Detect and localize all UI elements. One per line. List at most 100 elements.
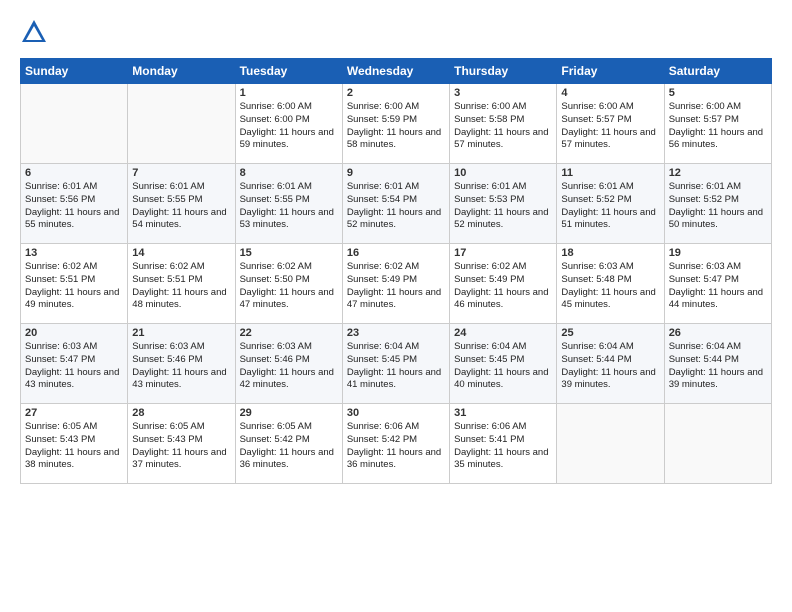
day-number: 25 [561,327,659,339]
cell-details: Sunrise: 6:03 AM Sunset: 5:46 PM Dayligh… [240,341,338,392]
cell-details: Sunrise: 6:02 AM Sunset: 5:49 PM Dayligh… [454,261,552,312]
cell-details: Sunrise: 6:01 AM Sunset: 5:52 PM Dayligh… [561,181,659,232]
cell-details: Sunrise: 6:03 AM Sunset: 5:47 PM Dayligh… [25,341,123,392]
cell-details: Sunrise: 6:01 AM Sunset: 5:55 PM Dayligh… [132,181,230,232]
cell-details: Sunrise: 6:02 AM Sunset: 5:50 PM Dayligh… [240,261,338,312]
day-number: 14 [132,247,230,259]
cell-details: Sunrise: 6:04 AM Sunset: 5:44 PM Dayligh… [561,341,659,392]
weekday-header-friday: Friday [557,59,664,84]
cell-details: Sunrise: 6:01 AM Sunset: 5:52 PM Dayligh… [669,181,767,232]
day-number: 12 [669,167,767,179]
cell-details: Sunrise: 6:06 AM Sunset: 5:41 PM Dayligh… [454,421,552,472]
day-number: 10 [454,167,552,179]
cell-details: Sunrise: 6:02 AM Sunset: 5:51 PM Dayligh… [132,261,230,312]
calendar-cell: 21 Sunrise: 6:03 AM Sunset: 5:46 PM Dayli… [128,324,235,404]
calendar-cell: 26 Sunrise: 6:04 AM Sunset: 5:44 PM Dayli… [664,324,771,404]
weekday-header-monday: Monday [128,59,235,84]
cell-details: Sunrise: 6:02 AM Sunset: 5:49 PM Dayligh… [347,261,445,312]
calendar-cell: 25 Sunrise: 6:04 AM Sunset: 5:44 PM Dayli… [557,324,664,404]
day-number: 29 [240,407,338,419]
calendar-cell: 11 Sunrise: 6:01 AM Sunset: 5:52 PM Dayli… [557,164,664,244]
cell-details: Sunrise: 6:04 AM Sunset: 5:45 PM Dayligh… [454,341,552,392]
calendar-cell: 22 Sunrise: 6:03 AM Sunset: 5:46 PM Dayli… [235,324,342,404]
calendar-table: SundayMondayTuesdayWednesdayThursdayFrid… [20,58,772,484]
day-number: 13 [25,247,123,259]
day-number: 22 [240,327,338,339]
calendar-cell: 3Sunrise: 6:00 AM Sunset: 5:58 PM Daylig… [450,84,557,164]
cell-details: Sunrise: 6:03 AM Sunset: 5:47 PM Dayligh… [669,261,767,312]
day-number: 19 [669,247,767,259]
cell-details: Sunrise: 6:00 AM Sunset: 5:59 PM Dayligh… [347,101,445,152]
calendar-cell [664,404,771,484]
cell-details: Sunrise: 6:01 AM Sunset: 5:53 PM Dayligh… [454,181,552,232]
logo [20,18,52,46]
week-row-4: 20 Sunrise: 6:03 AM Sunset: 5:47 PM Dayli… [21,324,772,404]
week-row-1: 1 Sunrise: 6:00 AM Sunset: 6:00 PM Daylig… [21,84,772,164]
calendar-cell: 2 Sunrise: 6:00 AM Sunset: 5:59 PM Daylig… [342,84,449,164]
day-number: 5 [669,87,767,99]
day-number: 2 [347,87,445,99]
calendar-cell: 31 Sunrise: 6:06 AM Sunset: 5:41 PM Dayli… [450,404,557,484]
day-number: 31 [454,407,552,419]
weekday-header-sunday: Sunday [21,59,128,84]
weekday-header-wednesday: Wednesday [342,59,449,84]
cell-details: Sunrise: 6:03 AM Sunset: 5:46 PM Dayligh… [132,341,230,392]
day-number: 15 [240,247,338,259]
cell-details: Sunrise: 6:06 AM Sunset: 5:42 PM Dayligh… [347,421,445,472]
cell-details: Sunrise: 6:03 AM Sunset: 5:48 PM Dayligh… [561,261,659,312]
day-number: 17 [454,247,552,259]
cell-details: Sunrise: 6:01 AM Sunset: 5:54 PM Dayligh… [347,181,445,232]
calendar-cell: 27 Sunrise: 6:05 AM Sunset: 5:43 PM Dayli… [21,404,128,484]
day-number: 3 [454,87,552,99]
calendar-cell: 15 Sunrise: 6:02 AM Sunset: 5:50 PM Dayli… [235,244,342,324]
day-number: 26 [669,327,767,339]
cell-details: Sunrise: 6:04 AM Sunset: 5:45 PM Dayligh… [347,341,445,392]
cell-details: Sunrise: 6:00 AM Sunset: 5:57 PM Dayligh… [669,101,767,152]
calendar-cell: 13 Sunrise: 6:02 AM Sunset: 5:51 PM Dayli… [21,244,128,324]
week-row-2: 6Sunrise: 6:01 AM Sunset: 5:56 PM Daylig… [21,164,772,244]
calendar-cell: 4Sunrise: 6:00 AM Sunset: 5:57 PM Daylig… [557,84,664,164]
logo-icon [20,18,48,46]
day-number: 21 [132,327,230,339]
calendar-cell: 6Sunrise: 6:01 AM Sunset: 5:56 PM Daylig… [21,164,128,244]
calendar-cell [557,404,664,484]
day-number: 6 [25,167,123,179]
calendar-cell: 8Sunrise: 6:01 AM Sunset: 5:55 PM Daylig… [235,164,342,244]
day-number: 28 [132,407,230,419]
day-number: 16 [347,247,445,259]
calendar-cell: 9 Sunrise: 6:01 AM Sunset: 5:54 PM Daylig… [342,164,449,244]
calendar-cell: 7 Sunrise: 6:01 AM Sunset: 5:55 PM Daylig… [128,164,235,244]
day-number: 9 [347,167,445,179]
day-number: 18 [561,247,659,259]
day-number: 1 [240,87,338,99]
cell-details: Sunrise: 6:00 AM Sunset: 6:00 PM Dayligh… [240,101,338,152]
cell-details: Sunrise: 6:05 AM Sunset: 5:43 PM Dayligh… [25,421,123,472]
week-row-5: 27 Sunrise: 6:05 AM Sunset: 5:43 PM Dayli… [21,404,772,484]
cell-details: Sunrise: 6:04 AM Sunset: 5:44 PM Dayligh… [669,341,767,392]
calendar-cell: 1 Sunrise: 6:00 AM Sunset: 6:00 PM Daylig… [235,84,342,164]
calendar-cell: 14 Sunrise: 6:02 AM Sunset: 5:51 PM Dayli… [128,244,235,324]
calendar-cell: 24Sunrise: 6:04 AM Sunset: 5:45 PM Dayli… [450,324,557,404]
weekday-header-tuesday: Tuesday [235,59,342,84]
calendar-cell: 5 Sunrise: 6:00 AM Sunset: 5:57 PM Daylig… [664,84,771,164]
calendar-cell: 10 Sunrise: 6:01 AM Sunset: 5:53 PM Dayli… [450,164,557,244]
day-number: 20 [25,327,123,339]
day-number: 27 [25,407,123,419]
cell-details: Sunrise: 6:00 AM Sunset: 5:57 PM Dayligh… [561,101,659,152]
day-number: 23 [347,327,445,339]
day-number: 11 [561,167,659,179]
cell-details: Sunrise: 6:01 AM Sunset: 5:55 PM Dayligh… [240,181,338,232]
calendar-cell: 20 Sunrise: 6:03 AM Sunset: 5:47 PM Dayli… [21,324,128,404]
calendar-cell [128,84,235,164]
weekday-header-thursday: Thursday [450,59,557,84]
day-number: 7 [132,167,230,179]
cell-details: Sunrise: 6:05 AM Sunset: 5:42 PM Dayligh… [240,421,338,472]
cell-details: Sunrise: 6:02 AM Sunset: 5:51 PM Dayligh… [25,261,123,312]
cell-details: Sunrise: 6:05 AM Sunset: 5:43 PM Dayligh… [132,421,230,472]
calendar-cell: 17 Sunrise: 6:02 AM Sunset: 5:49 PM Dayli… [450,244,557,324]
weekday-header-row: SundayMondayTuesdayWednesdayThursdayFrid… [21,59,772,84]
calendar-cell [21,84,128,164]
weekday-header-saturday: Saturday [664,59,771,84]
header [20,18,772,46]
page: SundayMondayTuesdayWednesdayThursdayFrid… [0,0,792,612]
